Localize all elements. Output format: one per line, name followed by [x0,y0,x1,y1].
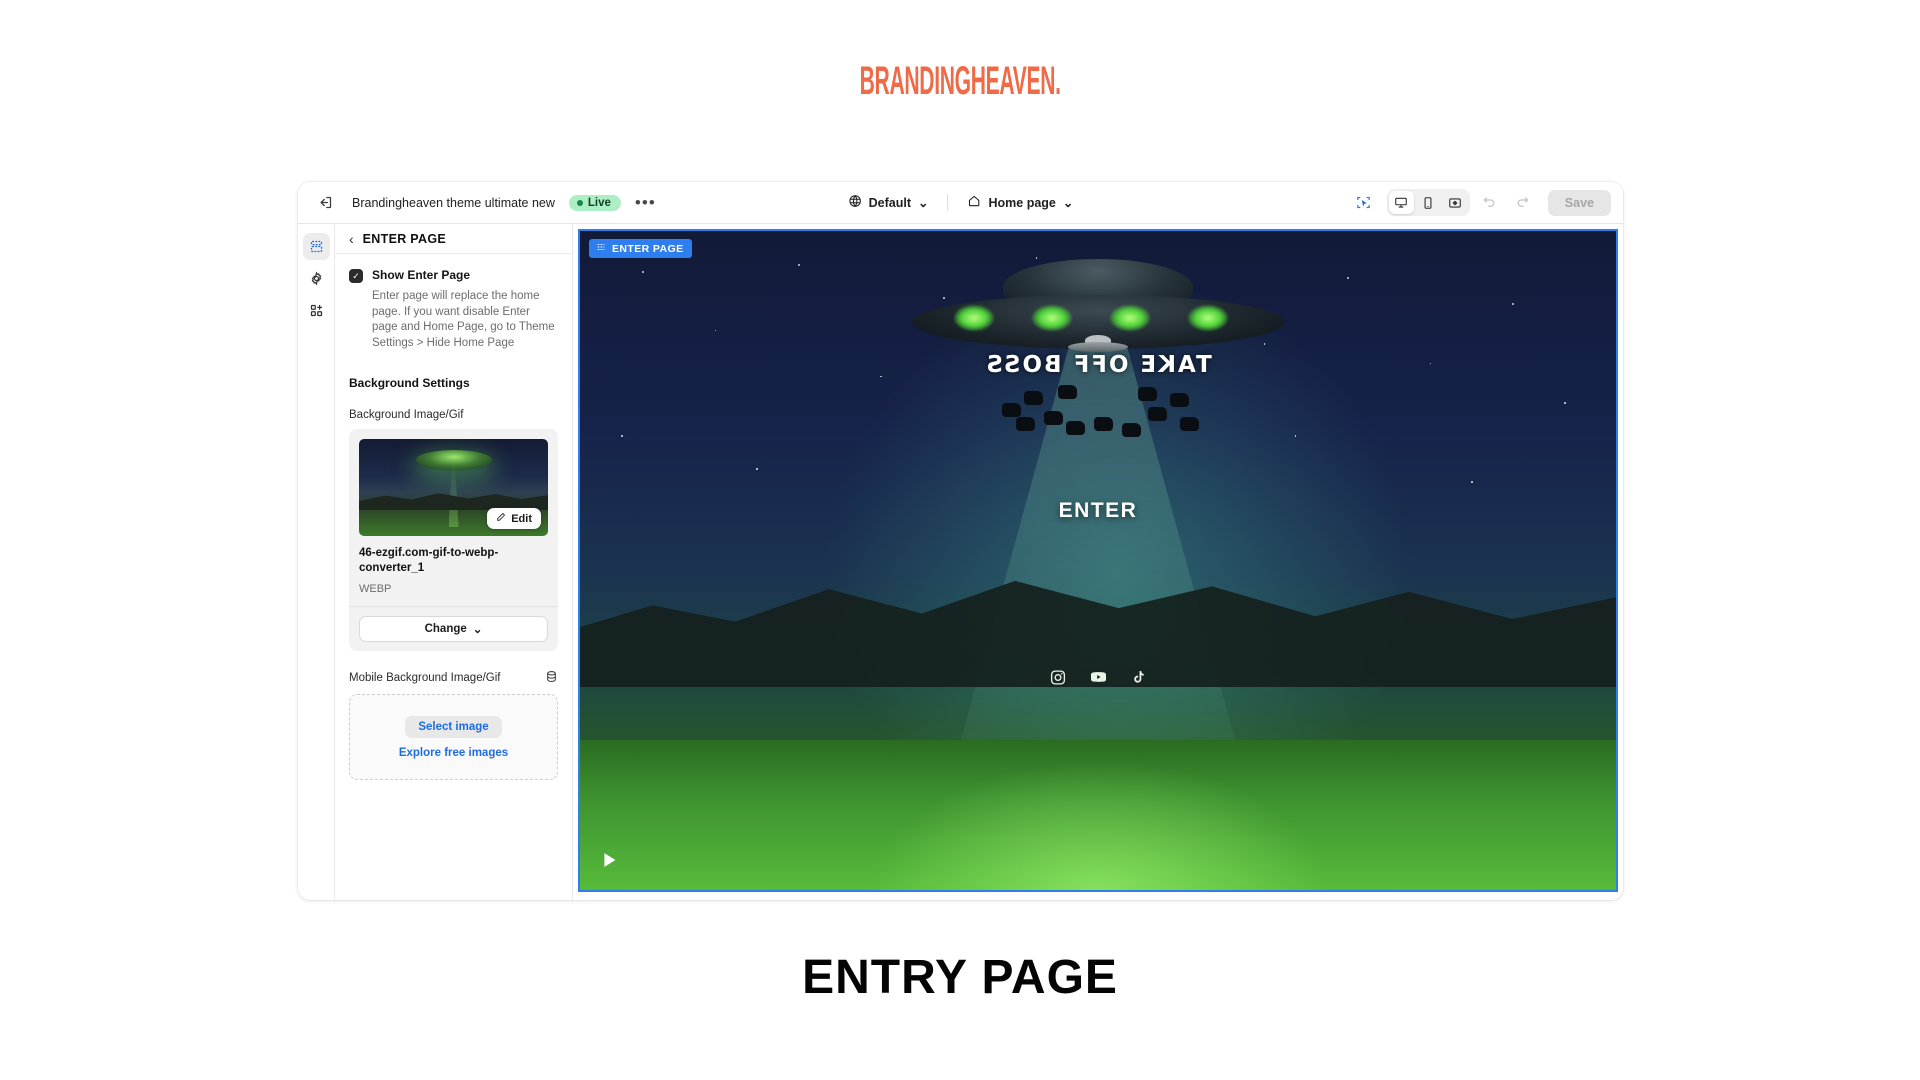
save-button[interactable]: Save [1547,189,1611,216]
topbar-center-group: Default ⌄ Home page ⌄ [838,190,1084,215]
sidebar-item-sections[interactable] [302,233,330,260]
topbar-divider [947,194,949,211]
mobile-background-dropzone[interactable]: Select image Explore free images [349,694,558,780]
theme-editor-window: Brandingheaven theme ultimate new Live •… [298,182,1623,900]
status-badge: Live [568,194,621,211]
globe-icon [848,194,862,211]
editor-body: ‹ ENTER PAGE ✓ Show Enter Page Enter pag… [298,224,1623,900]
select-image-button[interactable]: Select image [405,715,502,738]
explore-free-images-link[interactable]: Explore free images [399,747,508,759]
page-caption: ENTRY PAGE [802,951,1118,1004]
background-settings-title: Background Settings [349,376,470,390]
theme-selector-label: Default [868,195,912,210]
brand-logo: BRANDINGHEAVEN. [859,58,1061,104]
undo-icon[interactable] [1477,190,1503,216]
edit-image-button[interactable]: Edit [487,508,541,529]
status-badge-label: Live [587,196,611,209]
play-icon[interactable] [598,849,620,876]
preview-stage[interactable]: ENTER PAGE TAKE OFF BOSS ENTER [578,229,1618,892]
pencil-icon [496,512,506,525]
panel-header: ‹ ENTER PAGE [335,224,572,254]
section-badge[interactable]: ENTER PAGE [589,239,693,258]
page-selector[interactable]: Home page ⌄ [957,190,1083,215]
brand-header: BRANDINGHEAVEN. [0,0,1920,104]
change-image-label: Change [424,623,467,635]
desktop-icon[interactable] [1388,191,1414,214]
grass-glow-graphic [868,760,1328,890]
topbar-left-group: Brandingheaven theme ultimate new Live •… [298,190,656,216]
mobile-icon[interactable] [1416,191,1441,214]
mobile-background-label-text: Mobile Background Image/Gif [349,672,501,684]
database-icon[interactable] [545,670,558,686]
youtube-icon[interactable] [1090,668,1108,691]
edit-image-label: Edit [511,512,532,525]
chevron-down-icon: ⌄ [472,624,483,636]
thumbnail-beam-graphic [448,463,459,527]
background-file-type: WEBP [359,583,392,595]
background-image-label: Background Image/Gif [349,409,558,421]
background-file-name: 46-ezgif.com-gif-to-webp-converter_1 [359,547,499,574]
more-options-button[interactable]: ••• [635,194,656,211]
change-image-button[interactable]: Change ⌄ [359,616,548,642]
editor-topbar: Brandingheaven theme ultimate new Live •… [298,182,1623,224]
mobile-background-label: Mobile Background Image/Gif [349,670,558,686]
theme-selector[interactable]: Default ⌄ [838,190,939,215]
cows-silhouette-group [998,377,1199,437]
enter-cta-label[interactable]: ENTER [1059,499,1138,523]
live-dot-icon [576,199,583,206]
device-preview-group [1386,189,1470,216]
chevron-down-icon: ⌄ [918,196,929,210]
show-enter-page-checkbox[interactable]: ✓ [349,269,363,283]
tiktok-icon[interactable] [1131,669,1147,690]
background-image-label-text: Background Image/Gif [349,409,464,421]
panel-body: ✓ Show Enter Page Enter page will replac… [335,254,572,780]
settings-panel: ‹ ENTER PAGE ✓ Show Enter Page Enter pag… [335,224,573,900]
page-selector-label: Home page [988,195,1056,210]
panel-title: ENTER PAGE [362,231,447,246]
theme-name: Brandingheaven theme ultimate new [352,195,555,210]
topbar-right-group: Save [1351,189,1611,216]
section-icon [596,242,606,255]
social-links-group [1050,668,1147,691]
preview-canvas-area: ENTER PAGE TAKE OFF BOSS ENTER [573,224,1623,900]
show-enter-page-help: Enter page will replace the home page. I… [372,290,555,349]
left-rail [298,224,335,900]
background-card-footer: Change ⌄ [349,606,558,651]
fullscreen-icon[interactable] [1443,191,1468,214]
sidebar-item-settings[interactable] [303,265,330,292]
small-ufo-graphic [1068,335,1128,352]
show-enter-page-label: Show Enter Page [372,268,471,282]
instagram-icon[interactable] [1050,669,1067,691]
home-icon [967,194,981,211]
back-chevron-icon[interactable]: ‹ [349,232,354,246]
select-tool-icon[interactable] [1351,190,1377,216]
background-thumbnail[interactable]: Edit [359,439,548,536]
show-enter-page-row[interactable]: ✓ Show Enter Page [349,268,558,283]
ufo-caption-text: TAKE OFF BOSS [984,352,1212,378]
sidebar-item-apps-add[interactable] [303,297,330,324]
background-media-card: Edit 46-ezgif.com-gif-to-webp-converter_… [349,429,558,651]
exit-icon[interactable] [312,190,338,216]
chevron-down-icon: ⌄ [1062,196,1074,210]
section-badge-label: ENTER PAGE [612,242,684,255]
redo-icon[interactable] [1510,190,1536,216]
